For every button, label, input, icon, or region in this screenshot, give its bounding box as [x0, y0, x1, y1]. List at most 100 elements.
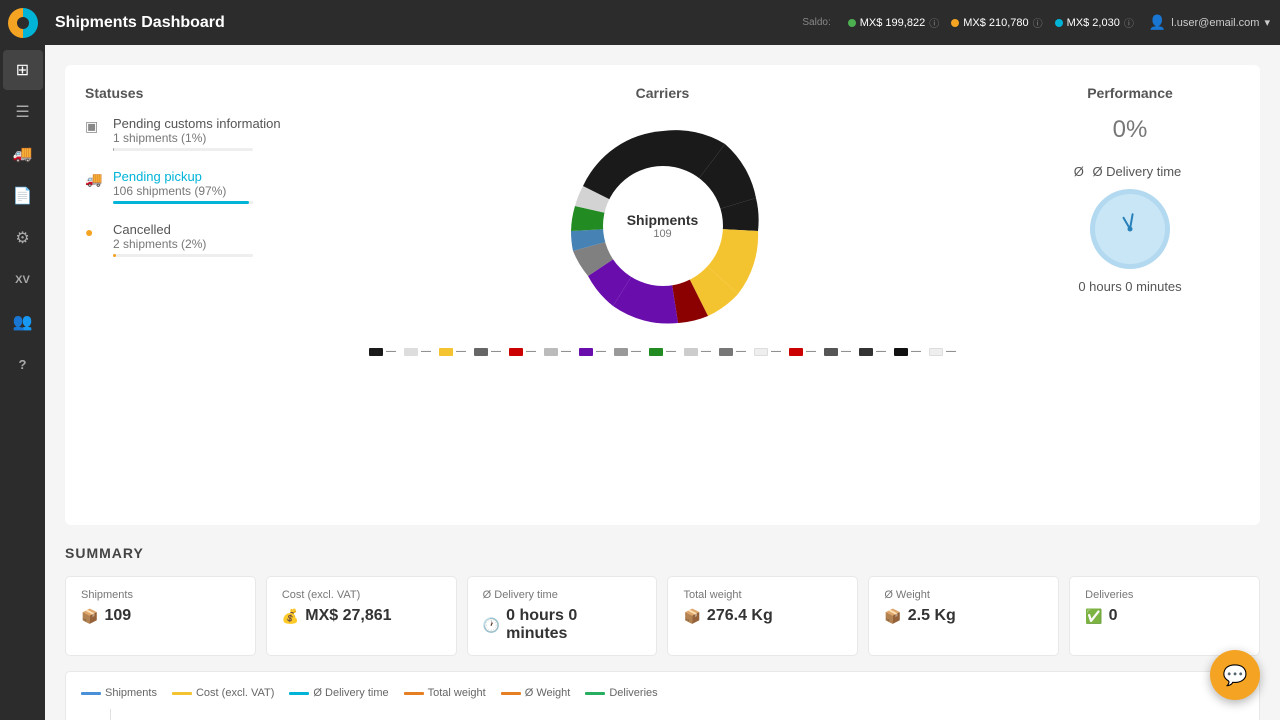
status-count-customs: 1 shipments (1%)	[113, 131, 281, 145]
sidebar-item-shipments[interactable]: 🚚	[3, 134, 43, 174]
legend-label-10: —	[701, 346, 711, 357]
status-icon-pickup: 🚚	[85, 171, 105, 191]
delivery-label-text: Ø Delivery time	[1092, 164, 1181, 179]
balance-value-3: MX$ 2,030	[1067, 17, 1120, 29]
chart-legend-deliveries: Deliveries	[585, 687, 657, 699]
balance-dot-yellow	[951, 19, 959, 27]
donut-chart: Shipments 109	[553, 116, 773, 336]
card-icon-cost: 💰	[282, 608, 299, 625]
sidebar-item-list[interactable]: ☰	[3, 92, 43, 132]
dashboard-grid: Statuses ▣ Pending customs information 1…	[65, 65, 1260, 525]
sidebar-item-users[interactable]: 👥	[3, 302, 43, 342]
balance-value-2: MX$ 210,780	[963, 17, 1028, 29]
card-icon-deliveries: ✅	[1085, 608, 1102, 625]
sidebar-item-documents[interactable]: 📄	[3, 176, 43, 216]
user-area[interactable]: 👤 l.user@email.com ▾	[1149, 14, 1270, 31]
legend-item-4: —	[474, 346, 501, 357]
sidebar-item-xv[interactable]: XV	[3, 260, 43, 300]
card-number-delivery: 0 hours 0 minutes	[506, 607, 641, 643]
chat-button[interactable]: 💬	[1210, 650, 1260, 700]
legend-label-1: —	[386, 346, 396, 357]
status-bar-fill-customs	[113, 148, 114, 151]
legend-label-7: —	[596, 346, 606, 357]
card-value-cost: 💰 MX$ 27,861	[282, 607, 441, 625]
sidebar: ⊞ ☰ 🚚 📄 ⚙ XV 👥 ?	[0, 45, 45, 720]
legend-label-15: —	[876, 346, 886, 357]
card-value-delivery: 🕐 0 hours 0 minutes	[483, 607, 642, 643]
summary-card-delivery: Ø Delivery time 🕐 0 hours 0 minutes	[467, 576, 658, 656]
status-icon-cancelled: ●	[85, 224, 105, 244]
legend-label-9: —	[666, 346, 676, 357]
card-label-delivery: Ø Delivery time	[483, 589, 642, 601]
performance-percent: 0%	[1020, 116, 1240, 144]
user-email: l.user@email.com	[1171, 17, 1259, 29]
legend-item-16: —	[894, 346, 921, 357]
logo	[0, 0, 45, 45]
card-icon-shipments: 📦	[81, 608, 98, 625]
card-number-shipments: 109	[104, 607, 131, 625]
status-title-customs: Pending customs information	[113, 116, 281, 131]
balance-item-2: MX$ 210,780 ⓘ	[951, 15, 1042, 30]
legend-grid: — — — — — — — — — — — — — — — — —	[305, 346, 1020, 357]
performance-title: Performance	[1020, 85, 1240, 101]
balance-area: Saldo: MX$ 199,822 ⓘ MX$ 210,780 ⓘ MX$ 2…	[802, 15, 1133, 30]
status-icon-customs: ▣	[85, 118, 105, 138]
status-title-pickup: Pending pickup	[113, 169, 253, 184]
card-label-deliveries: Deliveries	[1085, 589, 1244, 601]
chart-area: Shipments Cost (excl. VAT) Ø Delivery ti…	[65, 671, 1260, 720]
sidebar-item-dashboard[interactable]: ⊞	[3, 50, 43, 90]
sidebar-item-settings[interactable]: ⚙	[3, 218, 43, 258]
user-dropdown-icon[interactable]: ▾	[1264, 16, 1270, 29]
chart-legend-label-avgweight: Ø Weight	[525, 687, 571, 699]
card-icon-delivery: 🕐	[483, 617, 500, 634]
delivery-symbol: Ø	[1074, 164, 1084, 179]
balance-info-1[interactable]: ⓘ	[929, 15, 939, 30]
card-value-avg-weight: 📦 2.5 Kg	[884, 607, 1043, 625]
card-number-avg-weight: 2.5 Kg	[908, 607, 956, 625]
balance-info-2[interactable]: ⓘ	[1033, 15, 1043, 30]
card-number-deliveries: 0	[1109, 607, 1118, 625]
card-label-weight: Total weight	[683, 589, 842, 601]
legend-label-6: —	[561, 346, 571, 357]
carriers-panel: Carriers	[305, 85, 1020, 505]
legend-item-12: —	[754, 346, 781, 357]
chart-legend-color-shipments	[81, 692, 101, 695]
clock-circle	[1090, 189, 1170, 269]
legend-label-2: —	[421, 346, 431, 357]
chart-legend-label-shipments: Shipments	[105, 687, 157, 699]
summary-cards: Shipments 📦 109 Cost (excl. VAT) 💰 MX$ 2…	[65, 576, 1260, 656]
legend-item-2: —	[404, 346, 431, 357]
status-item-customs: ▣ Pending customs information 1 shipment…	[85, 116, 305, 151]
legend-item-15: —	[859, 346, 886, 357]
legend-item-9: —	[649, 346, 676, 357]
chart-legend-totalweight: Total weight	[404, 687, 486, 699]
status-bar-fill-cancelled	[113, 254, 116, 257]
topbar: Shipments Dashboard Saldo: MX$ 199,822 ⓘ…	[0, 0, 1280, 45]
carriers-title: Carriers	[305, 85, 1020, 101]
clock-hands	[1110, 209, 1150, 249]
card-number-weight: 276.4 Kg	[707, 607, 773, 625]
legend-item-10: —	[684, 346, 711, 357]
card-value-shipments: 📦 109	[81, 607, 240, 625]
status-item-pickup: 🚚 Pending pickup 106 shipments (97%)	[85, 169, 305, 204]
balance-item-3: MX$ 2,030 ⓘ	[1055, 15, 1134, 30]
legend-label-8: —	[631, 346, 641, 357]
chart-legend-label-delivery: Ø Delivery time	[313, 687, 388, 699]
chart-legend-label-cost: Cost (excl. VAT)	[196, 687, 274, 699]
legend-label-5: —	[526, 346, 536, 357]
card-icon-avg-weight: 📦	[884, 608, 901, 625]
clock-face	[1095, 194, 1165, 264]
main-content: Statuses ▣ Pending customs information 1…	[45, 45, 1280, 720]
summary-card-avg-weight: Ø Weight 📦 2.5 Kg	[868, 576, 1059, 656]
balance-info-3[interactable]: ⓘ	[1124, 15, 1134, 30]
legend-label-12: —	[771, 346, 781, 357]
statuses-panel: Statuses ▣ Pending customs information 1…	[85, 85, 305, 505]
sidebar-item-help[interactable]: ?	[3, 344, 43, 384]
legend-label-16: —	[911, 346, 921, 357]
status-title-cancelled: Cancelled	[113, 222, 253, 237]
status-item-cancelled: ● Cancelled 2 shipments (2%)	[85, 222, 305, 257]
chart-legend-color-avgweight	[501, 692, 521, 695]
legend-item-13: —	[789, 346, 816, 357]
legend-item-17: —	[929, 346, 956, 357]
chart-legend-delivery: Ø Delivery time	[289, 687, 388, 699]
